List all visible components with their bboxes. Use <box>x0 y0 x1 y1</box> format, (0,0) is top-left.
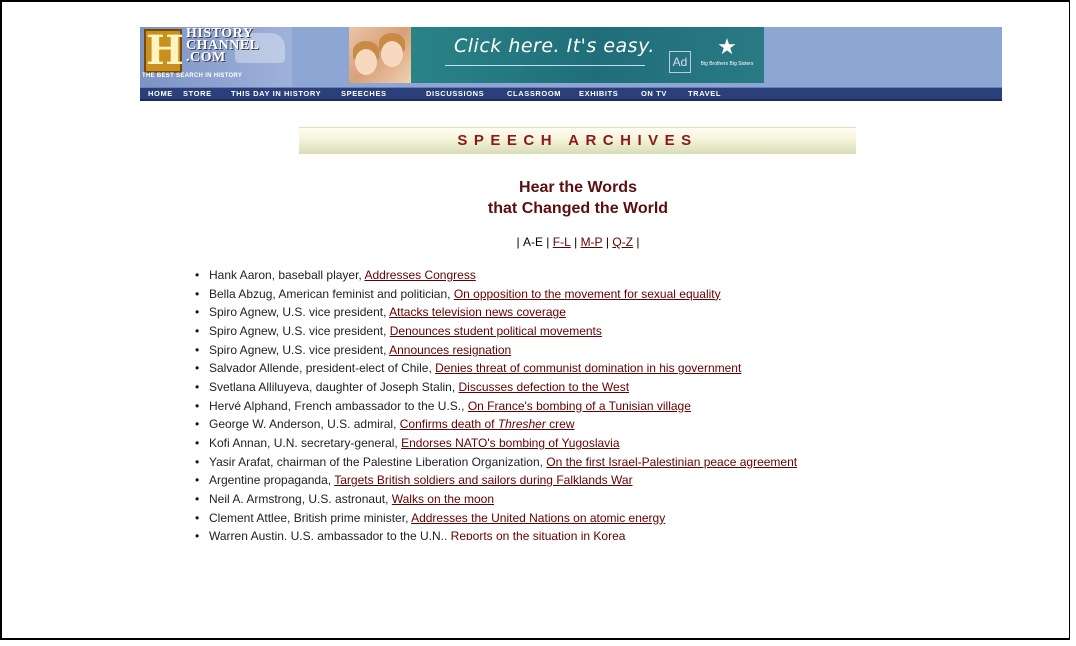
speech-link[interactable]: On the first Israel-Palestinian peace ag… <box>546 455 797 469</box>
nav-travel[interactable]: TRAVEL <box>688 89 721 98</box>
logo-tagline: THE BEST SEARCH IN HISTORY <box>142 73 243 79</box>
list-item: Clement Attlee, British prime minister, … <box>191 509 951 528</box>
ad-text: Click here. It's easy. <box>454 35 655 57</box>
nav-this-day-in-history[interactable]: THIS DAY IN HISTORY <box>231 89 321 98</box>
headline-line-1: Hear the Words <box>519 179 637 196</box>
main-nav: HOME STORE THIS DAY IN HISTORY SPEECHES … <box>140 87 1002 101</box>
list-item: Kofi Annan, U.N. secretary-general, Endo… <box>191 434 951 453</box>
ad-banner[interactable]: Click here. It's easy. Ad ★ Big Brothers… <box>349 27 764 83</box>
list-item: Neil A. Armstrong, U.S. astronaut, Walks… <box>191 490 951 509</box>
speech-link[interactable]: Announces resignation <box>389 343 511 357</box>
section-banner: SPEECH ARCHIVES <box>299 127 856 154</box>
speech-link[interactable]: Confirms death of Thresher crew <box>400 417 575 431</box>
nav-home[interactable]: HOME <box>148 89 173 98</box>
running-figures-icon: ★ <box>717 34 737 59</box>
nav-classroom[interactable]: CLASSROOM <box>507 89 561 98</box>
ad-underline <box>445 65 645 66</box>
alpha-current: A-E <box>522 235 543 249</box>
speech-link[interactable]: Targets British soldiers and sailors dur… <box>334 473 632 487</box>
alpha-link-m-p[interactable]: M-P <box>581 235 603 249</box>
history-channel-logo[interactable]: H HISTORY CHANNEL .COM THE BEST SEARCH I… <box>140 27 292 87</box>
alphabet-nav: | A-E | F-L | M-P | Q-Z | <box>516 235 640 249</box>
nav-exhibits[interactable]: EXHIBITS <box>579 89 618 98</box>
speech-link[interactable]: Endorses NATO's bombing of Yugoslavia <box>401 436 619 450</box>
list-item: George W. Anderson, U.S. admiral, Confir… <box>191 415 951 434</box>
list-item: Hervé Alphand, French ambassador to the … <box>191 397 951 416</box>
speech-link[interactable]: Reports on the situation in Korea <box>451 529 626 540</box>
list-item: Spiro Agnew, U.S. vice president, Denoun… <box>191 322 951 341</box>
alpha-link-f-l[interactable]: F-L <box>553 235 571 249</box>
nav-store[interactable]: STORE <box>183 89 212 98</box>
speech-list: Hank Aaron, baseball player, Addresses C… <box>191 266 951 540</box>
speech-link[interactable]: Attacks television news coverage <box>389 305 566 319</box>
list-item: Warren Austin, U.S. ambassador to the U.… <box>191 527 951 540</box>
list-item: Bella Abzug, American feminist and polit… <box>191 285 951 304</box>
speech-link[interactable]: On opposition to the movement for sexual… <box>454 287 721 301</box>
list-item: Yasir Arafat, chairman of the Palestine … <box>191 453 951 472</box>
speech-link[interactable]: Denies threat of communist domination in… <box>435 361 741 375</box>
kids-photo-icon <box>349 27 411 83</box>
speech-link[interactable]: Discusses defection to the West <box>459 380 630 394</box>
alpha-link-q-z[interactable]: Q-Z <box>612 235 633 249</box>
list-item: Spiro Agnew, U.S. vice president, Announ… <box>191 341 951 360</box>
nav-speeches[interactable]: SPEECHES <box>341 89 387 98</box>
list-item: Hank Aaron, baseball player, Addresses C… <box>191 266 951 285</box>
logo-h-icon: H <box>144 27 184 74</box>
logo-wordmark: HISTORY CHANNEL .COM <box>186 26 260 65</box>
headline-line-2: that Changed the World <box>487 200 669 217</box>
nav-on-tv[interactable]: ON TV <box>641 89 667 98</box>
speech-link[interactable]: On France's bombing of a Tunisian villag… <box>468 399 691 413</box>
page-headline: Hear the Words that Changed the World <box>300 177 856 219</box>
speech-link[interactable]: Addresses the United Nations on atomic e… <box>411 511 665 525</box>
site-header: H HISTORY CHANNEL .COM THE BEST SEARCH I… <box>140 27 1002 101</box>
list-item: Svetlana Alliluyeva, daughter of Joseph … <box>191 378 951 397</box>
list-item: Argentine propaganda, Targets British so… <box>191 471 951 490</box>
speech-link[interactable]: Denounces student political movements <box>390 324 602 338</box>
bbbs-logo: ★ Big Brothers Big Sisters <box>697 33 757 77</box>
list-item: Salvador Allende, president-elect of Chi… <box>191 359 951 378</box>
section-title: SPEECH ARCHIVES <box>457 132 698 149</box>
ad-council-icon: Ad <box>669 51 691 73</box>
speech-link[interactable]: Walks on the moon <box>392 492 494 506</box>
nav-discussions[interactable]: DISCUSSIONS <box>426 89 484 98</box>
speech-link[interactable]: Addresses Congress <box>364 268 475 282</box>
list-item: Spiro Agnew, U.S. vice president, Attack… <box>191 303 951 322</box>
